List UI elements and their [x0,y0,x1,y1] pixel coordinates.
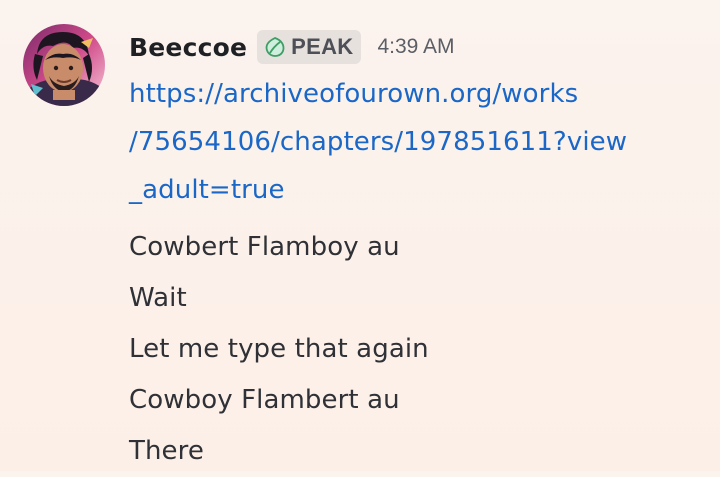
message-line: Cowboy Flambert au [129,385,400,415]
message-header: Beeccoe PEAK 4:39 AM [129,30,455,64]
link-line[interactable]: _adult=true [129,175,285,205]
username[interactable]: Beeccoe [129,33,247,62]
server-tag-label: PEAK [291,34,354,59]
message-line: Cowbert Flamboy au [129,232,400,262]
avatar-image [23,24,105,106]
message-link: /75654106/chapters/197851611?view [129,118,709,166]
message-line: Wait [129,283,187,313]
chat-message: Beeccoe PEAK 4:39 AM https://archiveofou… [0,0,720,471]
link-line[interactable]: https://archiveofourown.org/works [129,79,578,109]
message-line: There [129,436,204,466]
timestamp[interactable]: 4:39 AM [377,35,454,59]
message-line: Let me type that again [129,334,429,364]
message-link: _adult=true [129,166,709,214]
message-link: https://archiveofourown.org/works [129,70,709,118]
link-line[interactable]: /75654106/chapters/197851611?view [129,127,627,157]
leaf-icon [265,37,285,57]
server-tag[interactable]: PEAK [257,30,362,64]
avatar[interactable] [23,24,105,106]
message-content: https://archiveofourown.org/works /75654… [129,70,709,477]
